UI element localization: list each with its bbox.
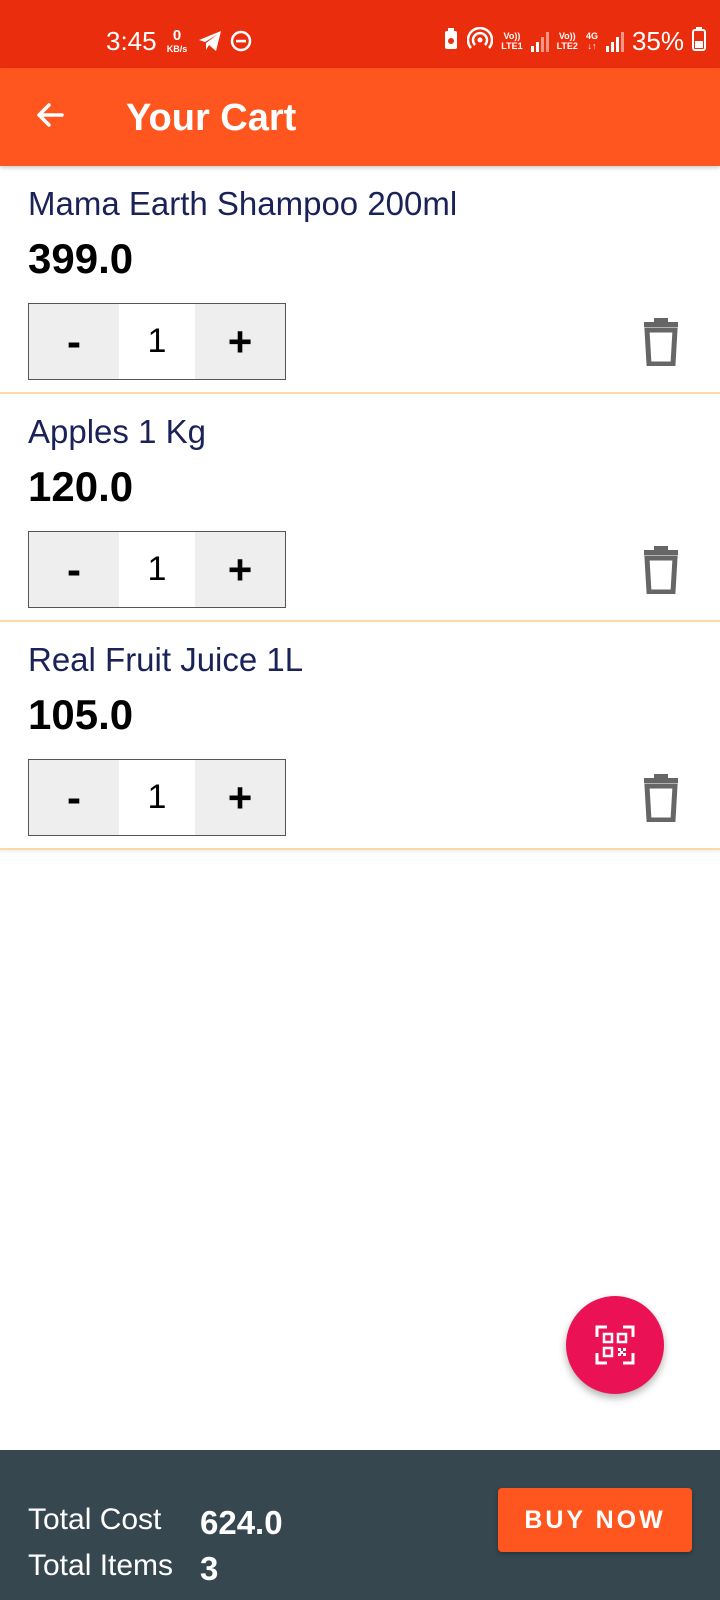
quantity-stepper: - 1 + [28, 531, 286, 608]
qr-scan-icon [595, 1325, 635, 1365]
trash-icon [644, 318, 678, 366]
sim2-volte-bottom: LTE2 [556, 41, 578, 51]
decrease-quantity-button[interactable]: - [29, 532, 119, 607]
decrease-quantity-button[interactable]: - [29, 760, 119, 835]
page-title: Your Cart [126, 97, 297, 139]
cart-item: Real Fruit Juice 1L 105.0 - 1 + [0, 622, 720, 850]
sim1-volte: Vo)) LTE1 [501, 31, 522, 51]
item-price: 399.0 [28, 235, 134, 282]
quantity-stepper: - 1 + [28, 759, 286, 836]
increase-quantity-button[interactable]: + [195, 532, 285, 607]
sim1-volte-top: Vo)) [503, 31, 521, 41]
cart-item: Mama Earth Shampoo 200ml 399.0 - 1 + [0, 166, 720, 394]
sim2-volte-top: Vo)) [558, 31, 576, 41]
scan-qr-button[interactable] [566, 1296, 664, 1394]
increase-quantity-button[interactable]: + [195, 760, 285, 835]
buy-now-button[interactable]: BUY NOW [498, 1488, 692, 1552]
signal-icon [530, 30, 549, 52]
app-bar: Your Cart [0, 68, 720, 166]
hotspot-icon [467, 26, 494, 56]
telegram-icon [198, 30, 222, 57]
item-name: Real Fruit Juice 1L [28, 641, 304, 678]
delete-item-button[interactable] [636, 770, 686, 826]
quantity-stepper: - 1 + [28, 303, 286, 380]
net-speed-value: 0 [172, 27, 182, 44]
signal-icon [605, 30, 624, 52]
status-bar: 3:45 0 KB/s Vo)) LTE1 Vo)) LTE2 4G ↓↑ 35… [0, 0, 720, 68]
total-items-value: 3 [200, 1550, 219, 1587]
item-price: 120.0 [28, 463, 134, 510]
battery-percent: 35% [631, 26, 684, 56]
cart-item: Apples 1 Kg 120.0 - 1 + [0, 394, 720, 622]
dnd-icon [230, 30, 252, 57]
net-speed: 0 KB/s [162, 27, 192, 55]
cart-list: Mama Earth Shampoo 200ml 399.0 - 1 + App… [0, 166, 720, 850]
decrease-quantity-button[interactable]: - [29, 304, 119, 379]
delete-item-button[interactable] [636, 314, 686, 370]
checkout-bar: Total Cost 624.0 Total Items 3 BUY NOW [0, 1450, 720, 1600]
trash-icon [644, 774, 678, 822]
total-items-label: Total Items [28, 1549, 174, 1582]
trash-icon [644, 546, 678, 594]
delete-item-button[interactable] [636, 542, 686, 598]
battery-icon [692, 26, 706, 56]
network-type: 4G ↓↑ [586, 31, 598, 51]
net-speed-unit: KB/s [166, 44, 188, 54]
back-button[interactable] [28, 93, 72, 137]
status-time: 3:45 [106, 26, 157, 56]
network-type-label: 4G [585, 31, 598, 41]
item-price: 105.0 [28, 691, 134, 738]
data-arrows-icon: ↓↑ [587, 41, 597, 51]
item-name: Mama Earth Shampoo 200ml [28, 185, 458, 222]
quantity-value: 1 [147, 550, 167, 588]
total-cost-label: Total Cost [28, 1503, 162, 1536]
arrow-back-icon [37, 103, 64, 127]
increase-quantity-button[interactable]: + [195, 304, 285, 379]
sim2-volte: Vo)) LTE2 [557, 31, 578, 51]
sim1-volte-bottom: LTE1 [501, 41, 523, 51]
item-name: Apples 1 Kg [28, 413, 206, 450]
total-cost-value: 624.0 [200, 1504, 283, 1541]
battery-saver-icon [443, 27, 459, 55]
quantity-value: 1 [147, 322, 167, 360]
quantity-value: 1 [147, 778, 167, 816]
